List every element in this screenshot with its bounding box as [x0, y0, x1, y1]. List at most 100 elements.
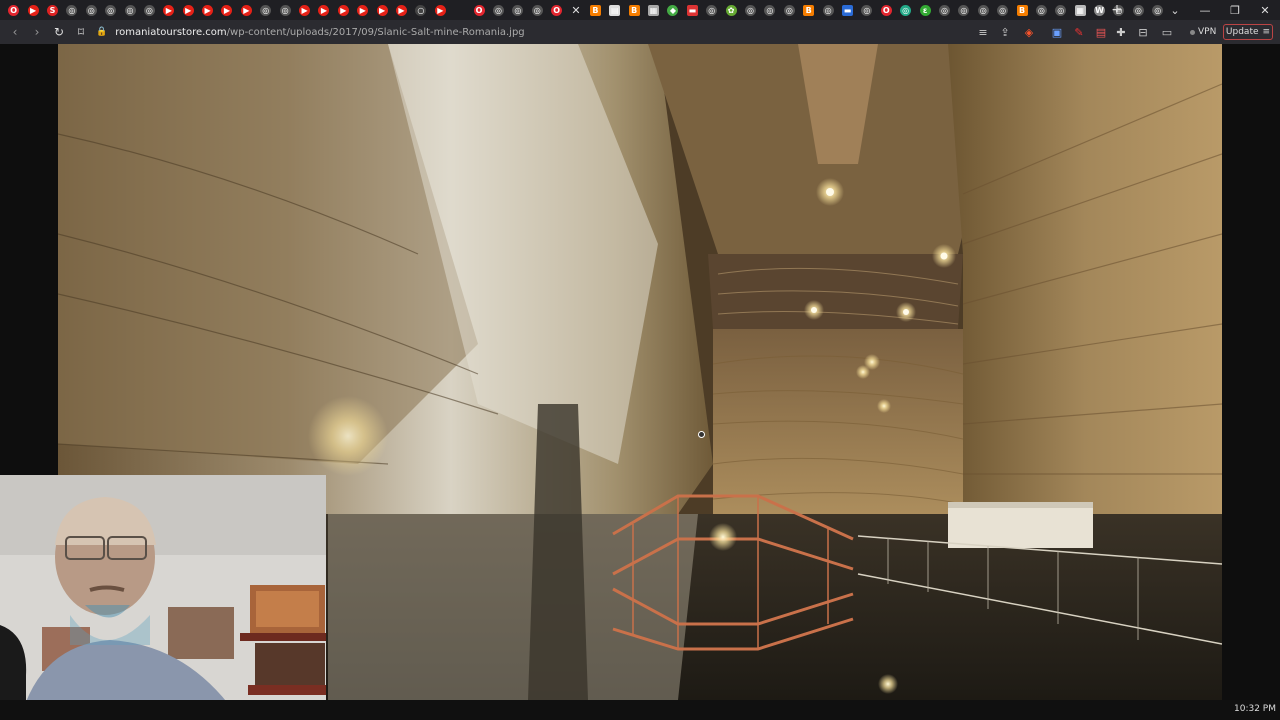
extension-icon[interactable]: ▣ — [1046, 20, 1068, 44]
new-tab-button[interactable]: + — [1108, 0, 1126, 20]
browser-tab[interactable]: S — [43, 0, 62, 20]
share-icon[interactable]: ⇪ — [994, 20, 1016, 44]
browser-tab[interactable]: B — [625, 0, 644, 20]
browser-tab[interactable]: O — [4, 0, 23, 20]
browser-tab[interactable]: ▶ — [314, 0, 333, 20]
opera-icon: O — [473, 4, 485, 16]
browser-tab[interactable]: ○ — [411, 0, 430, 20]
browser-tab[interactable]: ◎ — [1032, 0, 1051, 20]
reload-button[interactable]: ↻ — [48, 20, 70, 44]
sidebar-icon[interactable]: ▭ — [1156, 20, 1178, 44]
lock-icon[interactable]: 🔒 — [96, 27, 107, 37]
globe-icon: ◎ — [977, 4, 989, 16]
browser-tab[interactable]: ▶ — [179, 0, 198, 20]
extensions-puzzle-icon[interactable]: ✚ — [1110, 20, 1132, 44]
blogger-icon: B — [1016, 4, 1028, 16]
vpn-button[interactable]: VPN — [1190, 25, 1216, 39]
browser-tab[interactable]: ◎ — [256, 0, 275, 20]
webcam-feed — [0, 475, 326, 720]
media-icon[interactable]: ⊟ — [1132, 20, 1154, 44]
browser-tab[interactable]: ▦ — [1070, 0, 1089, 20]
browser-tab[interactable]: ◎ — [528, 0, 547, 20]
globe-icon: ◎ — [1132, 4, 1144, 16]
youtube-icon: ▶ — [376, 4, 388, 16]
browser-tab[interactable]: ◎ — [954, 0, 973, 20]
browser-tab[interactable]: ▶ — [295, 0, 314, 20]
extension-red-icon[interactable]: ▤ — [1090, 20, 1112, 44]
browser-tab[interactable]: B — [1012, 0, 1031, 20]
browser-tab[interactable]: ▶ — [372, 0, 391, 20]
browser-tab[interactable]: ε — [915, 0, 934, 20]
brave-shield-icon[interactable]: ◈ — [1018, 20, 1040, 44]
back-button[interactable]: ‹ — [4, 20, 26, 44]
browser-tab[interactable]: ▶ — [159, 0, 178, 20]
forward-button[interactable]: › — [26, 20, 48, 44]
browser-tab[interactable]: ◎ — [935, 0, 954, 20]
tab-search-icon[interactable]: ⌄ — [1158, 0, 1192, 20]
browser-tab[interactable]: ▬ — [683, 0, 702, 20]
browser-tab[interactable]: ▶ — [198, 0, 217, 20]
browser-tab[interactable]: ◎ — [120, 0, 139, 20]
active-tab-close-button[interactable]: ✕ — [566, 0, 585, 20]
document-icon: ▤ — [609, 4, 621, 16]
browser-tab[interactable]: ◎ — [82, 0, 101, 20]
browser-tab[interactable]: ◆ — [663, 0, 682, 20]
browser-tab[interactable]: ◎ — [974, 0, 993, 20]
browser-tab[interactable]: B — [799, 0, 818, 20]
extension-pen-icon[interactable]: ✎ — [1068, 20, 1090, 44]
browser-tab[interactable]: O — [877, 0, 896, 20]
youtube-icon: ▶ — [202, 4, 214, 16]
browser-tab[interactable]: ▶ — [23, 0, 42, 20]
globe-icon: ◎ — [1035, 4, 1047, 16]
reader-menu-icon[interactable]: ≡ — [972, 20, 994, 44]
browser-tab[interactable]: O — [469, 0, 488, 20]
browser-tab[interactable]: ✿ — [721, 0, 740, 20]
close-window-button[interactable]: ✕ — [1248, 0, 1280, 20]
address-bar[interactable]: 🔒 romaniatourstore.com/wp-content/upload… — [96, 23, 966, 41]
browser-tab[interactable]: ◎ — [780, 0, 799, 20]
restore-button[interactable]: ❐ — [1218, 0, 1252, 20]
update-label: Update — [1225, 27, 1259, 37]
browser-tab[interactable]: ◎ — [857, 0, 876, 20]
browser-tab[interactable]: ◎ — [508, 0, 527, 20]
browser-tab[interactable]: ◎ — [1129, 0, 1148, 20]
browser-tab[interactable]: ▶ — [431, 0, 450, 20]
browser-tab[interactable]: ▶ — [217, 0, 236, 20]
browser-tab[interactable]: ◎ — [275, 0, 294, 20]
browser-tab[interactable]: ◎ — [818, 0, 837, 20]
globe-icon: ◎ — [143, 4, 155, 16]
browser-tab[interactable]: ▶ — [237, 0, 256, 20]
webcam-overlay — [0, 475, 326, 720]
browser-tab[interactable]: ◎ — [702, 0, 721, 20]
update-button[interactable]: Update ≡ — [1223, 24, 1273, 40]
browser-tab[interactable]: ◎ — [489, 0, 508, 20]
youtube-icon: ▶ — [318, 4, 330, 16]
browser-tab[interactable]: ▶ — [353, 0, 372, 20]
browser-tab[interactable]: ◎ — [741, 0, 760, 20]
browser-tab[interactable]: ▬ — [838, 0, 857, 20]
browser-tab[interactable]: ▶ — [392, 0, 411, 20]
browser-tab[interactable]: B — [586, 0, 605, 20]
browser-tab[interactable]: W — [1090, 0, 1109, 20]
minimize-button[interactable]: — — [1188, 0, 1222, 20]
browser-tab[interactable]: ◎ — [101, 0, 120, 20]
address-host: romaniatourstore.com — [115, 26, 227, 38]
browser-tab[interactable]: ▶ — [334, 0, 353, 20]
browser-tab[interactable]: ◎ — [896, 0, 915, 20]
browser-tab[interactable]: ◎ — [1051, 0, 1070, 20]
browser-tab[interactable]: ▦ — [644, 0, 663, 20]
youtube-icon: ▶ — [221, 4, 233, 16]
browser-tab[interactable]: ◎ — [140, 0, 159, 20]
bookmark-icon[interactable]: ⌑ — [70, 20, 92, 44]
address-path: /wp-content/uploads/2017/09/Slanic-Salt-… — [226, 26, 525, 38]
browser-tab[interactable]: ◎ — [760, 0, 779, 20]
browser-tab[interactable]: ◎ — [993, 0, 1012, 20]
leaf-icon: ε — [919, 4, 931, 16]
browser-tab[interactable]: O — [547, 0, 566, 20]
loading-icon: ○ — [415, 4, 427, 16]
globe-icon: ◎ — [861, 4, 873, 16]
browser-tab[interactable]: ◎ — [62, 0, 81, 20]
globe-icon: ◎ — [938, 4, 950, 16]
blogger-icon: B — [628, 4, 640, 16]
browser-tab[interactable]: ▤ — [605, 0, 624, 20]
